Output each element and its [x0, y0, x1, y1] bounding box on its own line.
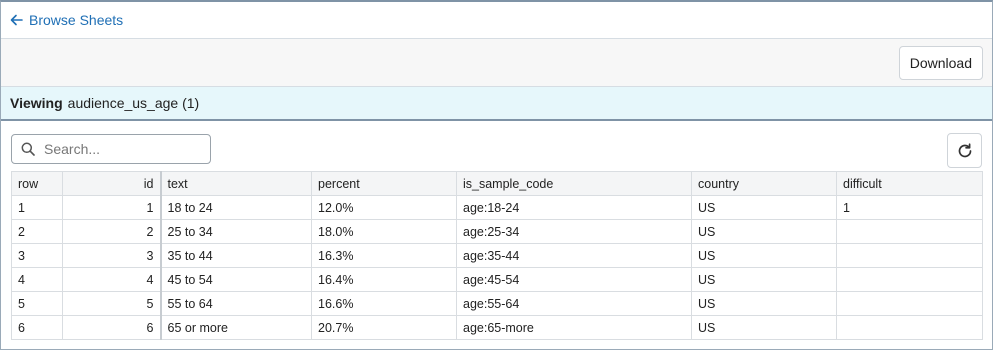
table-controls — [11, 133, 982, 171]
table-cell[interactable]: 6 — [62, 315, 162, 340]
table-cell[interactable] — [836, 291, 983, 316]
table-row: 4 4 45 to 54 16.4% age:45-54 US — [11, 267, 983, 292]
table-cell[interactable]: 2 — [11, 219, 63, 244]
column-header-row[interactable]: row — [11, 171, 63, 196]
table-cell[interactable]: 16.4% — [311, 267, 457, 292]
table-cell[interactable]: 2 — [62, 219, 162, 244]
table-cell[interactable]: US — [691, 315, 837, 340]
sheet-content: row id text percent is_sample_code count… — [1, 121, 992, 340]
table-cell[interactable]: 65 or more — [160, 315, 312, 340]
search-box[interactable] — [11, 134, 211, 164]
table-cell[interactable]: 18.0% — [311, 219, 457, 244]
column-header-difficult[interactable]: difficult — [836, 171, 983, 196]
download-button[interactable]: Download — [898, 45, 983, 80]
table-cell[interactable]: US — [691, 195, 837, 220]
arrow-left-icon — [10, 14, 23, 26]
table-cell[interactable]: 35 to 44 — [160, 243, 312, 268]
top-bar: Browse Sheets — [1, 2, 992, 39]
table-cell[interactable]: age:18-24 — [456, 195, 692, 220]
table-row: 6 6 65 or more 20.7% age:65-more US — [11, 315, 983, 340]
toolbar: Download — [1, 39, 992, 87]
table-cell[interactable]: age:55-64 — [456, 291, 692, 316]
table-cell[interactable]: 5 — [62, 291, 162, 316]
table-cell[interactable]: 1 — [836, 195, 983, 220]
table-cell[interactable]: age:25-34 — [456, 219, 692, 244]
table-cell[interactable]: 16.3% — [311, 243, 457, 268]
table-cell[interactable]: 5 — [11, 291, 63, 316]
browse-sheets-label: Browse Sheets — [29, 12, 124, 28]
table-cell[interactable]: 12.0% — [311, 195, 457, 220]
table-cell[interactable] — [836, 315, 983, 340]
data-table: row id text percent is_sample_code count… — [11, 171, 983, 340]
table-cell[interactable]: age:45-54 — [456, 267, 692, 292]
table-cell[interactable]: 25 to 34 — [160, 219, 312, 244]
column-header-is-sample-code[interactable]: is_sample_code — [456, 171, 692, 196]
table-cell[interactable]: 20.7% — [311, 315, 457, 340]
viewing-prefix: Viewing — [10, 95, 63, 111]
table-cell[interactable]: age:65-more — [456, 315, 692, 340]
table-cell[interactable] — [836, 219, 983, 244]
table-cell[interactable]: US — [691, 291, 837, 316]
table-cell[interactable]: 6 — [11, 315, 63, 340]
table-cell[interactable]: 1 — [11, 195, 63, 220]
table-cell[interactable]: 18 to 24 — [160, 195, 312, 220]
refresh-button[interactable] — [947, 133, 982, 168]
table-row: 3 3 35 to 44 16.3% age:35-44 US — [11, 243, 983, 268]
sheet-name: audience_us_age (1) — [67, 95, 200, 111]
table-header-row: row id text percent is_sample_code count… — [11, 171, 983, 196]
viewing-banner: Viewing audience_us_age (1) — [1, 87, 992, 121]
table-cell[interactable]: 55 to 64 — [160, 291, 312, 316]
column-header-percent[interactable]: percent — [311, 171, 457, 196]
column-header-text[interactable]: text — [160, 171, 312, 196]
search-input[interactable] — [44, 141, 194, 157]
table-cell[interactable]: age:35-44 — [456, 243, 692, 268]
refresh-icon — [958, 142, 971, 157]
table-row: 5 5 55 to 64 16.6% age:55-64 US — [11, 291, 983, 316]
table-cell[interactable]: 45 to 54 — [160, 267, 312, 292]
table-cell[interactable]: 1 — [62, 195, 162, 220]
table-row: 1 1 18 to 24 12.0% age:18-24 US 1 — [11, 195, 983, 220]
table-cell[interactable]: US — [691, 219, 837, 244]
table-cell[interactable]: 3 — [62, 243, 162, 268]
table-row: 2 2 25 to 34 18.0% age:25-34 US — [11, 219, 983, 244]
sheet-viewer: Browse Sheets Download Viewing audience_… — [0, 0, 993, 350]
table-cell[interactable]: 16.6% — [311, 291, 457, 316]
table-cell[interactable]: 4 — [62, 267, 162, 292]
table-cell[interactable] — [836, 243, 983, 268]
table-cell[interactable]: US — [691, 243, 837, 268]
column-header-id[interactable]: id — [62, 171, 162, 196]
column-header-country[interactable]: country — [691, 171, 837, 196]
browse-sheets-link[interactable]: Browse Sheets — [10, 12, 123, 28]
table-cell[interactable]: 4 — [11, 267, 63, 292]
table-cell[interactable]: 3 — [11, 243, 63, 268]
table-cell[interactable] — [836, 267, 983, 292]
table-cell[interactable]: US — [691, 267, 837, 292]
search-icon — [21, 142, 35, 156]
